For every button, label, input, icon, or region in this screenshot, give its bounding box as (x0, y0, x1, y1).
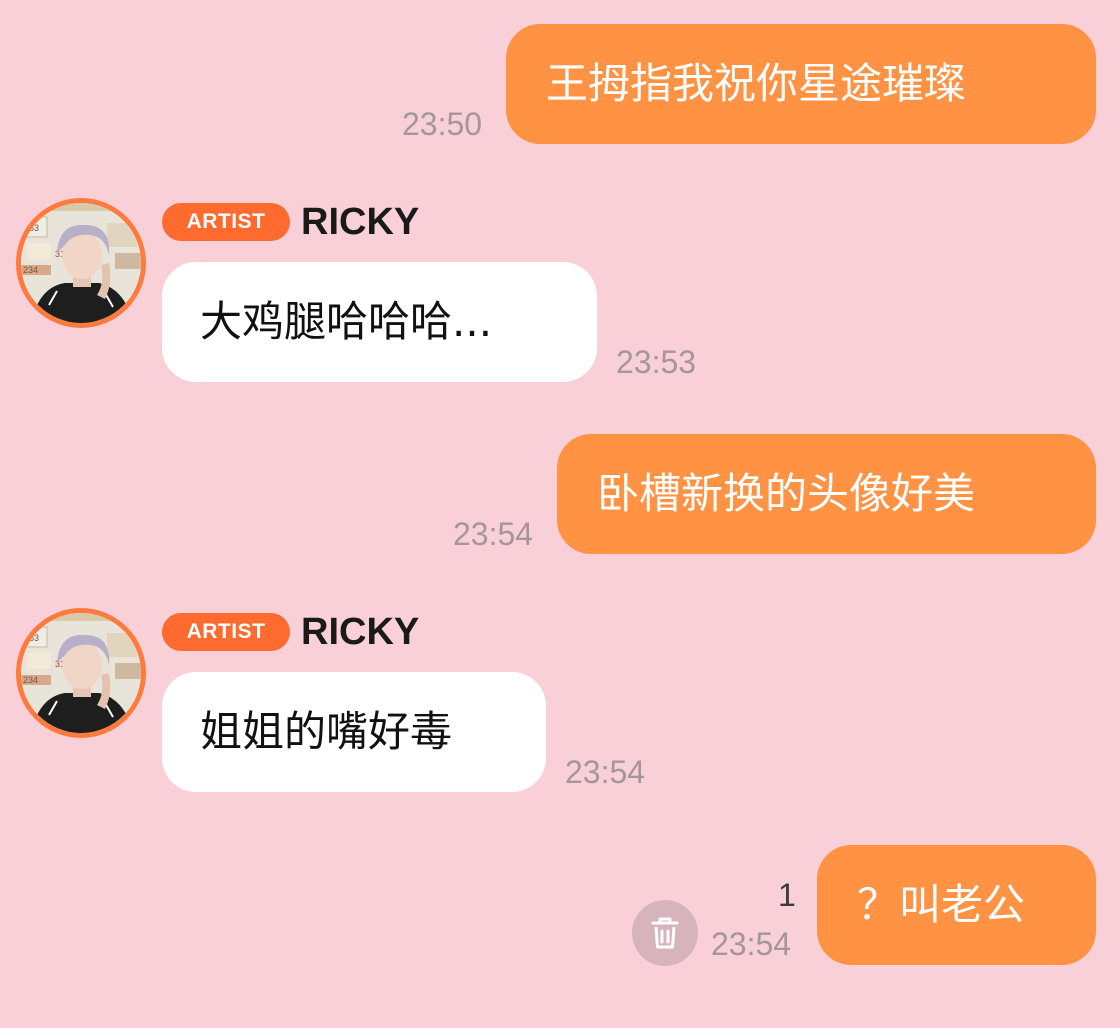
message-timestamp: 23:54 (565, 754, 646, 790)
svg-text:234: 234 (23, 675, 38, 685)
my-message-bubble[interactable]: 卧槽新换的头像好美 (557, 434, 1096, 554)
message-timestamp: 23:54 (453, 516, 534, 552)
artist-avatar[interactable]: 53 318 234 (16, 608, 146, 738)
artist-badge: ARTIST (162, 203, 290, 241)
my-message-bubble[interactable]: 王拇指我祝你星途璀璨 (506, 24, 1096, 144)
delete-message-button[interactable] (632, 900, 698, 966)
sender-name: RICKY (301, 201, 420, 243)
message-text: 王拇指我祝你星途璀璨 (546, 59, 967, 108)
artist-message-bubble[interactable]: 姐姐的嘴好毒 (162, 672, 546, 792)
avatar-photo: 53 318 234 (21, 613, 141, 733)
message-text: 大鸡腿哈哈哈... (200, 297, 493, 346)
message-timestamp: 23:54 (711, 926, 792, 962)
avatar-photo: 53 318 234 (21, 203, 141, 323)
unread-count: 1 (778, 877, 796, 913)
trash-icon (651, 917, 679, 949)
svg-text:53: 53 (29, 223, 39, 233)
svg-text:53: 53 (29, 633, 39, 643)
svg-text:234: 234 (23, 265, 38, 275)
sender-name: RICKY (301, 611, 420, 653)
artist-avatar[interactable]: 53 318 234 (16, 198, 146, 328)
message-text: ？叫老公 (857, 880, 1026, 929)
message-timestamp: 23:53 (616, 344, 697, 380)
my-message-bubble[interactable]: ？叫老公 (817, 845, 1096, 965)
message-text: 姐姐的嘴好毒 (200, 707, 453, 756)
artist-badge: ARTIST (162, 613, 290, 651)
artist-message-bubble[interactable]: 大鸡腿哈哈哈... (162, 262, 597, 382)
message-timestamp: 23:50 (402, 106, 483, 142)
message-text: 卧槽新换的头像好美 (597, 469, 976, 518)
